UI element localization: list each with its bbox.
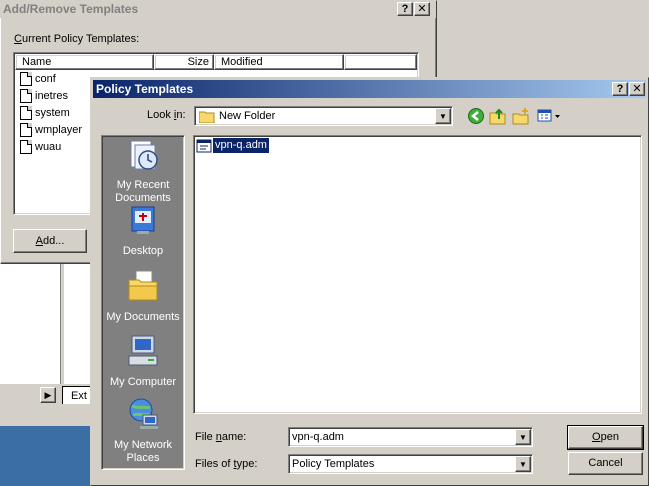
- templates-list-header: Name Size Modified: [15, 54, 417, 70]
- file-item-label: vpn-q.adm: [212, 137, 270, 154]
- document-icon: [20, 72, 32, 87]
- close-button[interactable]: ✕: [414, 2, 430, 16]
- my-documents-icon: [101, 268, 185, 308]
- folder-icon: [198, 110, 215, 126]
- my-computer-icon: [101, 333, 185, 373]
- tab-extended[interactable]: Ext: [62, 386, 90, 404]
- chevron-down-icon[interactable]: ▼: [515, 429, 531, 445]
- look-in-label: Look in:: [147, 109, 186, 121]
- file-name-combo[interactable]: vpn-q.adm ▼: [288, 427, 533, 447]
- template-item-system[interactable]: system: [20, 105, 70, 122]
- files-of-type-value: Policy Templates: [292, 458, 375, 470]
- adm-file-icon: [196, 138, 212, 154]
- template-item-wmplayer[interactable]: wmplayer: [20, 122, 82, 139]
- dialog-close-button[interactable]: ✕: [629, 82, 645, 96]
- column-header-extra[interactable]: [344, 54, 417, 70]
- template-item-wuau[interactable]: wuau: [20, 139, 61, 156]
- desktop-icon: [101, 204, 185, 242]
- place-my-documents[interactable]: My Documents: [101, 268, 185, 324]
- new-folder-icon[interactable]: [512, 107, 532, 127]
- document-icon: [20, 140, 32, 155]
- look-in-combo[interactable]: New Folder ▼: [194, 106, 453, 126]
- file-name-label: File ame:name:: [195, 431, 247, 443]
- up-folder-icon[interactable]: [489, 107, 509, 127]
- template-item-conf[interactable]: conf: [20, 71, 56, 88]
- back-icon[interactable]: [467, 107, 487, 127]
- place-desktop[interactable]: Desktop: [101, 204, 185, 258]
- place-my-network-places[interactable]: My Network Places: [101, 396, 185, 465]
- mmc-pane-right: [64, 264, 90, 384]
- file-list-view[interactable]: vpn-q.adm: [193, 135, 642, 414]
- views-menu-icon[interactable]: [537, 108, 563, 126]
- recent-documents-icon: [101, 138, 185, 176]
- dialog-title: Policy Templates: [93, 80, 646, 98]
- add-button[interactable]: Add...: [13, 229, 87, 253]
- cancel-button[interactable]: Cancel: [568, 452, 643, 475]
- scroll-right-button[interactable]: ▶: [40, 387, 56, 403]
- column-header-name[interactable]: Name: [15, 54, 154, 70]
- document-icon: [20, 89, 32, 104]
- status-strip: [0, 406, 90, 426]
- bg-window-title: Add/Remove Templates: [0, 0, 436, 18]
- desktop-background: [0, 426, 90, 486]
- template-item-inetres[interactable]: inetres: [20, 88, 68, 105]
- document-icon: [20, 106, 32, 121]
- help-button[interactable]: ?: [397, 2, 413, 16]
- files-of-type-label: Files of type:: [195, 458, 258, 470]
- open-button[interactable]: Open: [567, 425, 644, 450]
- column-header-size[interactable]: Size: [154, 54, 214, 70]
- chevron-down-icon[interactable]: ▼: [435, 108, 451, 124]
- my-network-places-icon: [101, 396, 185, 436]
- look-in-value: New Folder: [219, 110, 276, 122]
- place-my-recent-documents[interactable]: My Recent Documents: [101, 138, 185, 205]
- current-templates-label: Current Policy Templates:: [14, 33, 140, 45]
- files-of-type-combo[interactable]: Policy Templates ▼: [288, 454, 533, 474]
- file-name-value: vpn-q.adm: [292, 431, 344, 443]
- column-header-modified[interactable]: Modified: [214, 54, 344, 70]
- policy-templates-dialog: Policy Templates ? ✕ Look in: New Folder…: [90, 77, 649, 486]
- chevron-down-icon[interactable]: ▼: [515, 456, 531, 472]
- place-my-computer[interactable]: My Computer: [101, 333, 185, 389]
- dialog-help-button[interactable]: ?: [612, 82, 628, 96]
- document-icon: [20, 123, 32, 138]
